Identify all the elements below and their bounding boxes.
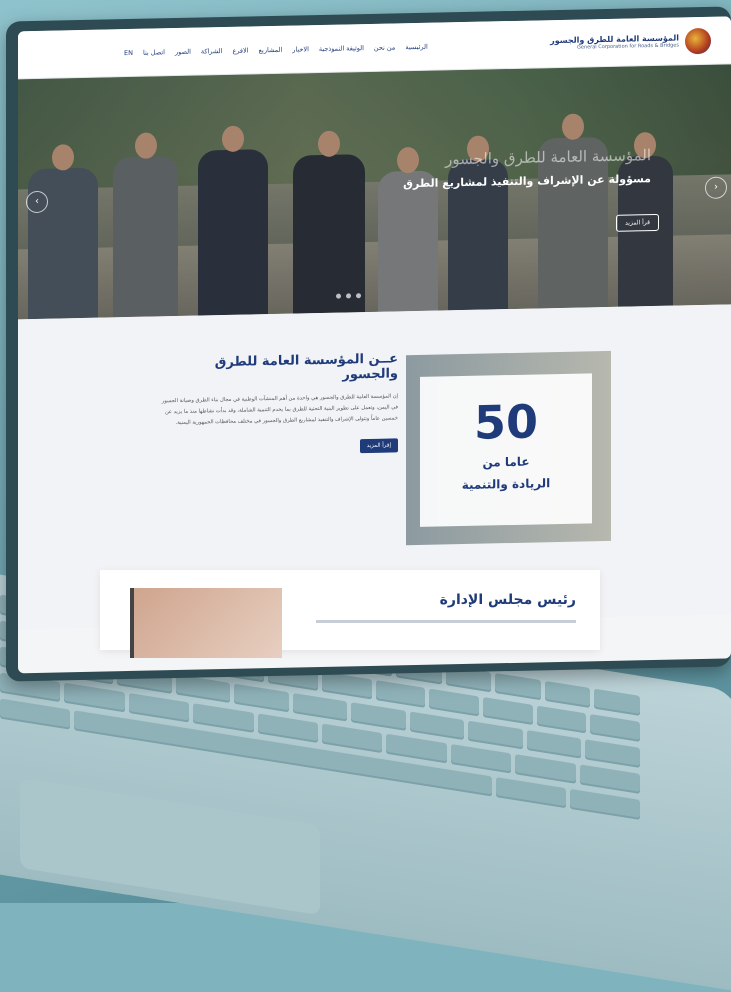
about-text-block: عــن المؤسسة العامة للطرق والجسور إن الم…	[158, 351, 398, 457]
anniversary-card: 50 عاما من الريادة والتنمية	[420, 373, 592, 527]
board-title: رئيس مجلس الإدارة	[439, 592, 576, 608]
nav-item-home[interactable]: الرئيسية	[405, 42, 427, 50]
nav-item-news[interactable]: الاخبار	[292, 45, 309, 53]
nav-item-about[interactable]: من نحن	[374, 43, 395, 51]
anniversary-image: 50 عاما من الريادة والتنمية	[406, 350, 611, 546]
slider-dots	[336, 293, 361, 299]
nav-item-projects[interactable]: المشاريع	[259, 45, 283, 53]
slider-dot[interactable]	[336, 293, 341, 299]
site-logo[interactable]: المؤسسة العامة للطرق والجسور General Cor…	[550, 27, 711, 56]
nav-item-branches[interactable]: الافرع	[232, 46, 248, 54]
about-body: إن المؤسسة العامة للطرق والجسور هي واحدة…	[161, 393, 398, 427]
hero-read-more-button[interactable]: قرأ المزيد	[616, 213, 659, 232]
logo-emblem-icon	[685, 27, 711, 54]
about-read-more-button[interactable]: إقرأ المزيد	[359, 438, 398, 454]
board-text-placeholder	[316, 620, 576, 623]
nav-item-gallery[interactable]: الصور	[175, 47, 191, 55]
board-chairman-section: رئيس مجلس الإدارة	[100, 570, 600, 658]
logo-subtitle: General Corporation for Roads & Bridges	[576, 42, 679, 51]
slider-dot[interactable]	[356, 293, 361, 299]
hero-overlay	[18, 64, 731, 320]
about-title: عــن المؤسسة العامة للطرق والجسور	[214, 351, 398, 383]
anniversary-line2: الريادة والتنمية	[461, 476, 551, 493]
nav-item-partnership[interactable]: الشراكة	[201, 47, 223, 55]
hero-subtitle: المؤسسة العامة للطرق والجسور	[445, 146, 651, 169]
slider-dot[interactable]	[346, 293, 351, 299]
chairman-photo	[130, 588, 282, 658]
nav-item-language[interactable]: EN	[124, 48, 133, 56]
hero-slider: المؤسسة العامة للطرق والجسور مسؤولة عن ا…	[18, 64, 731, 320]
hero-caption: المؤسسة العامة للطرق والجسور مسؤولة عن ا…	[403, 146, 651, 190]
nav-item-model-document[interactable]: الوثيقة النموذجية	[319, 44, 364, 53]
anniversary-number: 50	[473, 394, 538, 450]
nav-item-contact[interactable]: اتصل بنا	[143, 48, 165, 56]
main-nav: الرئيسية من نحن الوثيقة النموذجية الاخبا…	[124, 42, 428, 56]
anniversary-line1: عاما من	[482, 454, 530, 470]
